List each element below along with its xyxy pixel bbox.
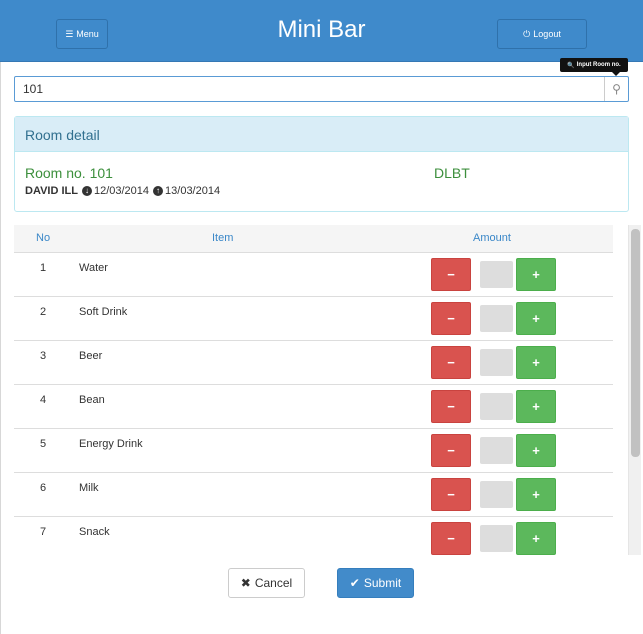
quantity-field[interactable] xyxy=(480,437,513,464)
scrollbar-thumb[interactable] xyxy=(631,229,640,457)
room-search: ⚲ xyxy=(14,76,629,102)
decrease-button[interactable]: − xyxy=(431,302,471,335)
decrease-button[interactable]: − xyxy=(431,434,471,467)
check-in-arrow-icon: ↓ xyxy=(81,186,92,196)
row-no: 2 xyxy=(40,306,47,318)
quantity-field[interactable] xyxy=(480,525,513,552)
guest-name: DAVID ILL xyxy=(25,185,78,197)
close-icon: ✖ xyxy=(240,576,251,590)
row-no: 4 xyxy=(40,394,47,406)
check-out-date: 13/03/2014 xyxy=(165,185,221,197)
table-row: 6 Milk − + xyxy=(14,473,613,517)
decrease-button[interactable]: − xyxy=(431,346,471,379)
table-row: 7 Snack − + xyxy=(14,517,613,555)
quantity-field[interactable] xyxy=(480,481,513,508)
logout-button-label: Logout xyxy=(533,29,561,39)
row-no: 5 xyxy=(40,438,47,450)
search-icon: ⚲ xyxy=(612,82,621,96)
row-item: Bean xyxy=(79,394,105,406)
quantity-field[interactable] xyxy=(480,305,513,332)
row-item: Beer xyxy=(79,350,103,362)
table-row: 3 Beer − + xyxy=(14,341,613,385)
header-no: No xyxy=(36,232,51,244)
guest-stay-line: DAVID ILL ↓ 12/03/2014 ↑ 13/03/2014 xyxy=(25,185,224,197)
search-tooltip: 🔍 Input Room no. xyxy=(560,58,628,76)
row-item: Energy Drink xyxy=(79,438,143,450)
table-row: 5 Energy Drink − + xyxy=(14,429,613,473)
search-button[interactable]: ⚲ xyxy=(604,77,628,101)
table-header: No Item Amount xyxy=(14,225,613,253)
room-type: DLBT xyxy=(434,165,470,181)
decrease-button[interactable]: − xyxy=(431,258,471,291)
row-item: Soft Drink xyxy=(79,306,128,318)
submit-button[interactable]: ✔ Submit xyxy=(337,568,414,598)
row-item: Milk xyxy=(79,482,99,494)
table-row: 4 Bean − + xyxy=(14,385,613,429)
room-detail-panel: Room detail Room no. 101 DLBT DAVID ILL … xyxy=(14,116,629,212)
decrease-button[interactable]: − xyxy=(431,478,471,511)
quantity-field[interactable] xyxy=(480,261,513,288)
check-icon: ✔ xyxy=(349,576,360,590)
top-navbar: ☰ Menu Mini Bar ⏻ Logout xyxy=(0,0,643,62)
frame-border xyxy=(0,62,1,634)
table-scrollbar[interactable] xyxy=(628,225,641,555)
header-item: Item xyxy=(212,232,234,244)
row-no: 7 xyxy=(40,526,47,538)
row-no: 3 xyxy=(40,350,47,362)
quantity-field[interactable] xyxy=(480,393,513,420)
room-search-input[interactable] xyxy=(15,77,595,101)
check-out-arrow-icon: ↑ xyxy=(153,186,164,196)
cancel-button-label: Cancel xyxy=(254,576,293,590)
submit-button-label: Submit xyxy=(363,576,402,590)
increase-button[interactable]: + xyxy=(516,302,556,335)
room-number: Room no. 101 xyxy=(25,165,113,181)
increase-button[interactable]: + xyxy=(516,346,556,379)
row-no: 1 xyxy=(40,262,47,274)
row-item: Snack xyxy=(79,526,110,538)
power-icon: ⏻ xyxy=(523,28,531,39)
quantity-field[interactable] xyxy=(480,349,513,376)
cancel-button[interactable]: ✖ Cancel xyxy=(228,568,305,598)
increase-button[interactable]: + xyxy=(516,258,556,291)
increase-button[interactable]: + xyxy=(516,390,556,423)
increase-button[interactable]: + xyxy=(516,478,556,511)
check-in-date: 12/03/2014 xyxy=(93,185,150,197)
row-no: 6 xyxy=(40,482,47,494)
logout-button[interactable]: ⏻ Logout xyxy=(497,19,587,49)
table-row: 1 Water − + xyxy=(14,253,613,297)
increase-button[interactable]: + xyxy=(516,522,556,555)
decrease-button[interactable]: − xyxy=(431,390,471,423)
increase-button[interactable]: + xyxy=(516,434,556,467)
room-detail-heading: Room detail xyxy=(15,117,628,152)
tooltip-search-icon: 🔍 xyxy=(567,62,575,69)
tooltip-text: Input Room no. xyxy=(576,62,621,68)
table-row: 2 Soft Drink − + xyxy=(14,297,613,341)
minibar-table: No Item Amount 1 Water − + 2 Soft Drink … xyxy=(14,225,613,555)
row-item: Water xyxy=(79,262,108,274)
header-amount: Amount xyxy=(473,232,511,244)
decrease-button[interactable]: − xyxy=(431,522,471,555)
